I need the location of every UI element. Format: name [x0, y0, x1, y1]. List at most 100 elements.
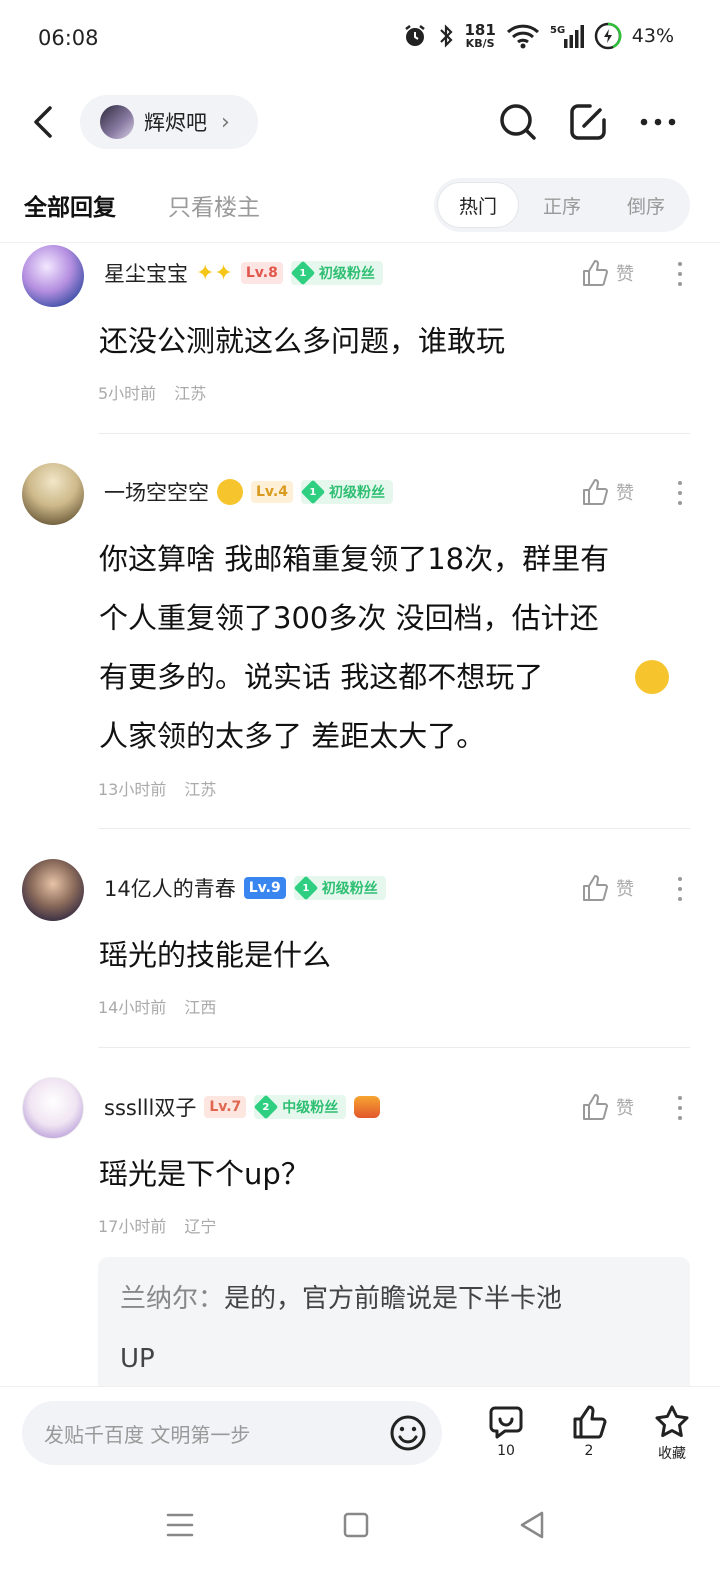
- tabs-divider: [0, 242, 720, 243]
- network-speed: 181 KB/S: [464, 21, 496, 50]
- comment-line: 有更多的。说实话 我这都不想玩了: [99, 660, 544, 694]
- comments-button[interactable]: 10: [476, 1403, 536, 1459]
- battery-level: 43%: [631, 25, 674, 47]
- sort-ascending[interactable]: 正序: [522, 183, 602, 227]
- comment-meta: 14小时前 江西: [98, 998, 217, 1017]
- thumbs-up-icon: [583, 1094, 608, 1120]
- like-label: 赞: [616, 483, 634, 504]
- more-button[interactable]: [636, 100, 680, 144]
- comment-line: 你这算啥 我邮箱重复领了18次，群里有: [99, 542, 610, 576]
- status-time: 06:08: [38, 26, 99, 50]
- tab-all-replies[interactable]: 全部回复: [24, 188, 116, 222]
- forum-pill[interactable]: 辉烬吧 ›: [80, 95, 258, 149]
- edit-icon: [570, 104, 606, 140]
- like-button[interactable]: 赞: [580, 873, 640, 903]
- thumbs-up-icon: [583, 875, 608, 901]
- avatar[interactable]: [22, 245, 84, 307]
- comment-line-wrap: 有更多的。说实话 我这都不想玩了: [99, 648, 689, 707]
- back-button[interactable]: [26, 100, 66, 144]
- reply-input[interactable]: 发贴千百度 文明第一步: [22, 1401, 442, 1465]
- menu-button[interactable]: [160, 1505, 200, 1545]
- fan-badge: 1 初级粉丝: [290, 260, 383, 286]
- comment-meta: 17小时前 辽宁: [98, 1217, 217, 1236]
- like-button[interactable]: 赞: [580, 1092, 640, 1122]
- home-button[interactable]: [336, 1505, 376, 1545]
- username[interactable]: 星尘宝宝: [104, 258, 188, 288]
- username[interactable]: 14亿人的青春: [104, 873, 236, 903]
- username[interactable]: 一场空空空: [104, 477, 209, 507]
- sort-descending[interactable]: 倒序: [606, 183, 686, 227]
- like-label: 赞: [616, 264, 634, 285]
- star-icon: [655, 1405, 689, 1437]
- avatar[interactable]: [22, 1077, 84, 1139]
- like-button[interactable]: 赞: [580, 258, 640, 288]
- sub-reply[interactable]: 兰纳尔：是的，官方前瞻说是下半卡池 UP: [98, 1257, 690, 1397]
- avatar[interactable]: [22, 463, 84, 525]
- level-badge: Lv.7: [204, 1096, 247, 1118]
- svg-text:5G: 5G: [550, 25, 565, 36]
- reply-placeholder: 发贴千百度 文明第一步: [44, 1422, 251, 1447]
- comment-count: 10: [497, 1443, 515, 1459]
- comment-divider: [98, 433, 690, 434]
- username[interactable]: ssslll双子: [104, 1092, 196, 1122]
- comment-header: 一场空空空 Lv.4 1 初级粉丝: [104, 477, 393, 507]
- comment-header: 星尘宝宝 ✦✦ Lv.8 1 初级粉丝: [104, 258, 383, 288]
- system-back-button[interactable]: [512, 1505, 552, 1545]
- sub-reply-author[interactable]: 兰纳尔：: [120, 1284, 224, 1314]
- game-badge-icon: [354, 1096, 381, 1118]
- fan-badge: 1 初级粉丝: [293, 875, 386, 901]
- alarm-icon: [405, 25, 426, 46]
- comment-text: 你这算啥 我邮箱重复领了18次，群里有 个人重复领了300多次 没回档，估计还 …: [99, 530, 689, 766]
- laughing-emoji: [217, 479, 243, 505]
- comment-divider: [98, 1047, 690, 1048]
- comment-meta: 5小时前 江苏: [98, 384, 207, 403]
- wifi-icon: [506, 24, 539, 49]
- comment-line: 人家领的太多了 差距太大了。: [99, 719, 486, 753]
- sub-reply-line: UP: [120, 1344, 155, 1374]
- fan-badge: 2 中级粉丝: [254, 1094, 347, 1120]
- level-badge: Lv.4: [251, 481, 293, 503]
- emoji-icon[interactable]: [388, 1413, 428, 1453]
- like-post-button[interactable]: 2: [559, 1403, 619, 1459]
- fan-badge: 1 初级粉丝: [300, 479, 393, 505]
- comment-text: 瑶光是下个up？: [99, 1157, 310, 1191]
- thumbs-up-icon: [583, 260, 608, 286]
- thumbs-up-icon: [573, 1405, 607, 1439]
- chevron-left-icon: [34, 106, 52, 138]
- triangle-back-icon: [520, 1511, 544, 1539]
- post-button[interactable]: [566, 100, 610, 144]
- status-icons: 181 KB/S 5G 43%: [402, 22, 674, 50]
- comment-more-button[interactable]: [676, 262, 684, 286]
- forum-avatar: [100, 105, 134, 139]
- sort-hot[interactable]: 热门: [438, 183, 518, 227]
- sub-reply-text: 是的，官方前瞻说是下半卡池: [224, 1284, 563, 1314]
- thumbs-up-icon: [583, 479, 608, 505]
- sub-reply-line: 兰纳尔：是的，官方前瞻说是下半卡池: [120, 1269, 668, 1329]
- comment-header: 14亿人的青春 Lv.9 1 初级粉丝: [104, 873, 386, 903]
- home-square-icon: [343, 1512, 369, 1538]
- like-label: 赞: [616, 1098, 634, 1119]
- signal-icon: 5G: [550, 25, 584, 48]
- forum-name: 辉烬吧: [144, 111, 207, 135]
- menu-icon: [166, 1513, 194, 1537]
- like-button[interactable]: 赞: [580, 477, 640, 507]
- level-badge: Lv.8: [240, 262, 283, 284]
- chevron-right-icon: ›: [221, 109, 230, 135]
- comment-meta: 13小时前 江苏: [98, 780, 217, 799]
- avatar[interactable]: [22, 859, 84, 921]
- search-button[interactable]: [496, 100, 540, 144]
- search-icon: [500, 104, 536, 140]
- more-horizontal-icon: [640, 118, 676, 126]
- tab-owner-only[interactable]: 只看楼主: [168, 188, 260, 222]
- bluetooth-icon: [440, 24, 454, 48]
- comment-more-button[interactable]: [676, 877, 684, 901]
- comment-text: 瑶光的技能是什么: [99, 938, 332, 972]
- like-count: 2: [584, 1443, 594, 1459]
- comment-icon: [489, 1406, 523, 1439]
- comment-header: ssslll双子 Lv.7 2 中级粉丝: [104, 1092, 381, 1122]
- comment-more-button[interactable]: [676, 481, 684, 505]
- like-label: 赞: [616, 879, 634, 900]
- favorite-button[interactable]: 收藏: [642, 1403, 702, 1463]
- sneezing-emoji: [635, 660, 669, 694]
- comment-more-button[interactable]: [676, 1096, 684, 1120]
